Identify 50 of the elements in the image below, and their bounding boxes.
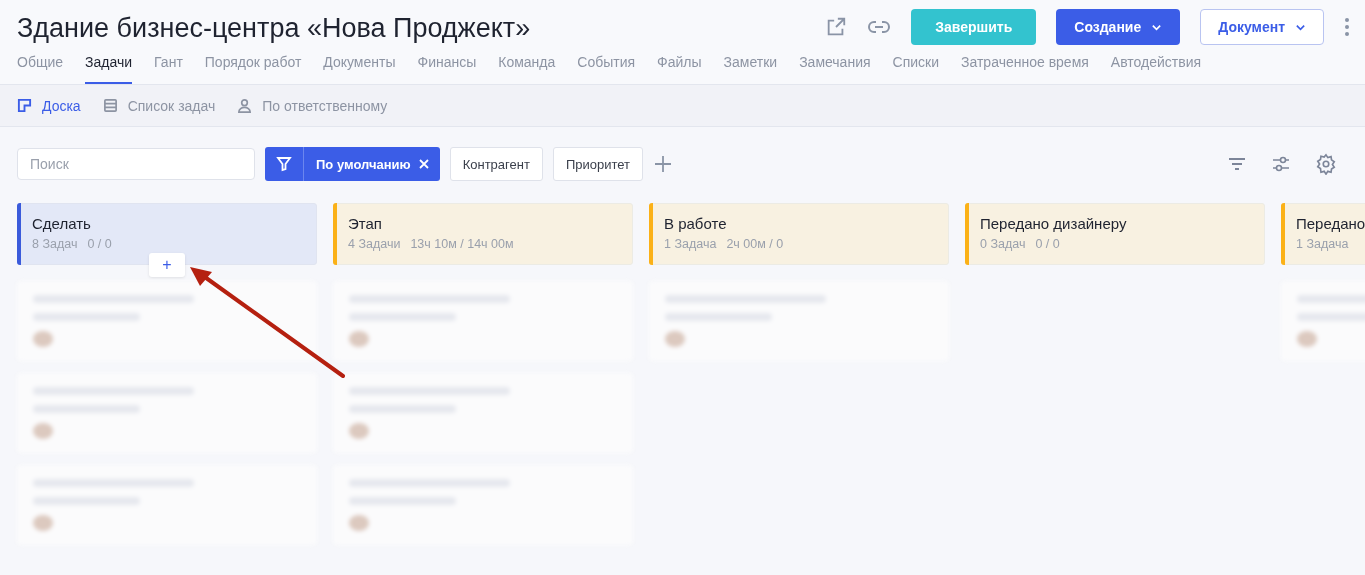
task-count: 4 Задачи bbox=[348, 237, 401, 251]
task-count: 0 Задач bbox=[980, 237, 1026, 251]
board-icon bbox=[17, 98, 32, 113]
search-field[interactable]: Поиск bbox=[17, 148, 255, 180]
task-count: 1 Задача bbox=[1296, 237, 1349, 251]
add-icon[interactable] bbox=[653, 154, 674, 174]
tab[interactable]: Затраченное время bbox=[961, 54, 1089, 84]
tab[interactable]: Команда bbox=[498, 54, 556, 84]
time-summary: 2ч 00м / 0 bbox=[726, 237, 784, 251]
filter-icon bbox=[276, 156, 292, 172]
header-button[interactable]: Создание bbox=[1056, 9, 1181, 45]
sliders-icon[interactable] bbox=[1271, 154, 1291, 174]
view-tab[interactable]: Список задач bbox=[102, 97, 216, 114]
close-icon[interactable] bbox=[418, 159, 429, 169]
tab[interactable]: Документы bbox=[323, 54, 396, 84]
tab[interactable]: Замечания bbox=[799, 54, 871, 84]
time-summary: 0 / 0 bbox=[1035, 237, 1060, 251]
filter-chip[interactable]: По умолчанию bbox=[265, 147, 440, 181]
column-title: Передано дизайнеру bbox=[980, 215, 1128, 232]
header-button[interactable]: Документ bbox=[1200, 9, 1324, 45]
tab[interactable]: Порядок работ bbox=[204, 54, 302, 84]
tab[interactable]: Файлы bbox=[657, 54, 702, 84]
tab[interactable]: Общие bbox=[17, 54, 64, 84]
tab[interactable]: Автодействия bbox=[1110, 54, 1202, 84]
project-title: Здание бизнес-центра «Нова Проджект» bbox=[17, 11, 532, 44]
external-link-icon[interactable] bbox=[825, 16, 848, 38]
tab[interactable]: Гант bbox=[154, 54, 183, 84]
tab[interactable]: События bbox=[577, 54, 636, 84]
filter-button[interactable]: Контрагент bbox=[449, 147, 543, 181]
tab[interactable]: Списки bbox=[892, 54, 939, 84]
task-count: 8 Задач bbox=[32, 237, 78, 251]
more-icon[interactable] bbox=[1344, 17, 1350, 37]
person-icon bbox=[237, 98, 253, 113]
settings-icon[interactable] bbox=[1315, 153, 1337, 175]
list-icon bbox=[102, 98, 118, 113]
time-summary: 13ч 10м / 14ч 00м bbox=[410, 237, 514, 251]
add-task-button[interactable]: + bbox=[149, 253, 185, 277]
header-button[interactable]: Завершить bbox=[911, 9, 1037, 45]
column-title: В работе bbox=[664, 215, 728, 232]
view-tab[interactable]: Доска bbox=[17, 97, 81, 114]
task-count: 1 Задача bbox=[664, 237, 717, 251]
column-title: Сделать bbox=[32, 215, 92, 232]
view-tab[interactable]: По ответственному bbox=[237, 97, 388, 114]
column-title: Передано bbox=[1296, 215, 1365, 232]
time-summary: 0 / 0 bbox=[87, 237, 112, 251]
filter-button[interactable]: Приоритет bbox=[552, 147, 644, 181]
column-title: Этап bbox=[348, 215, 383, 232]
filter-label: По умолчанию bbox=[316, 156, 411, 172]
tab[interactable]: Заметки bbox=[723, 54, 778, 84]
tab[interactable]: Финансы bbox=[417, 54, 477, 84]
